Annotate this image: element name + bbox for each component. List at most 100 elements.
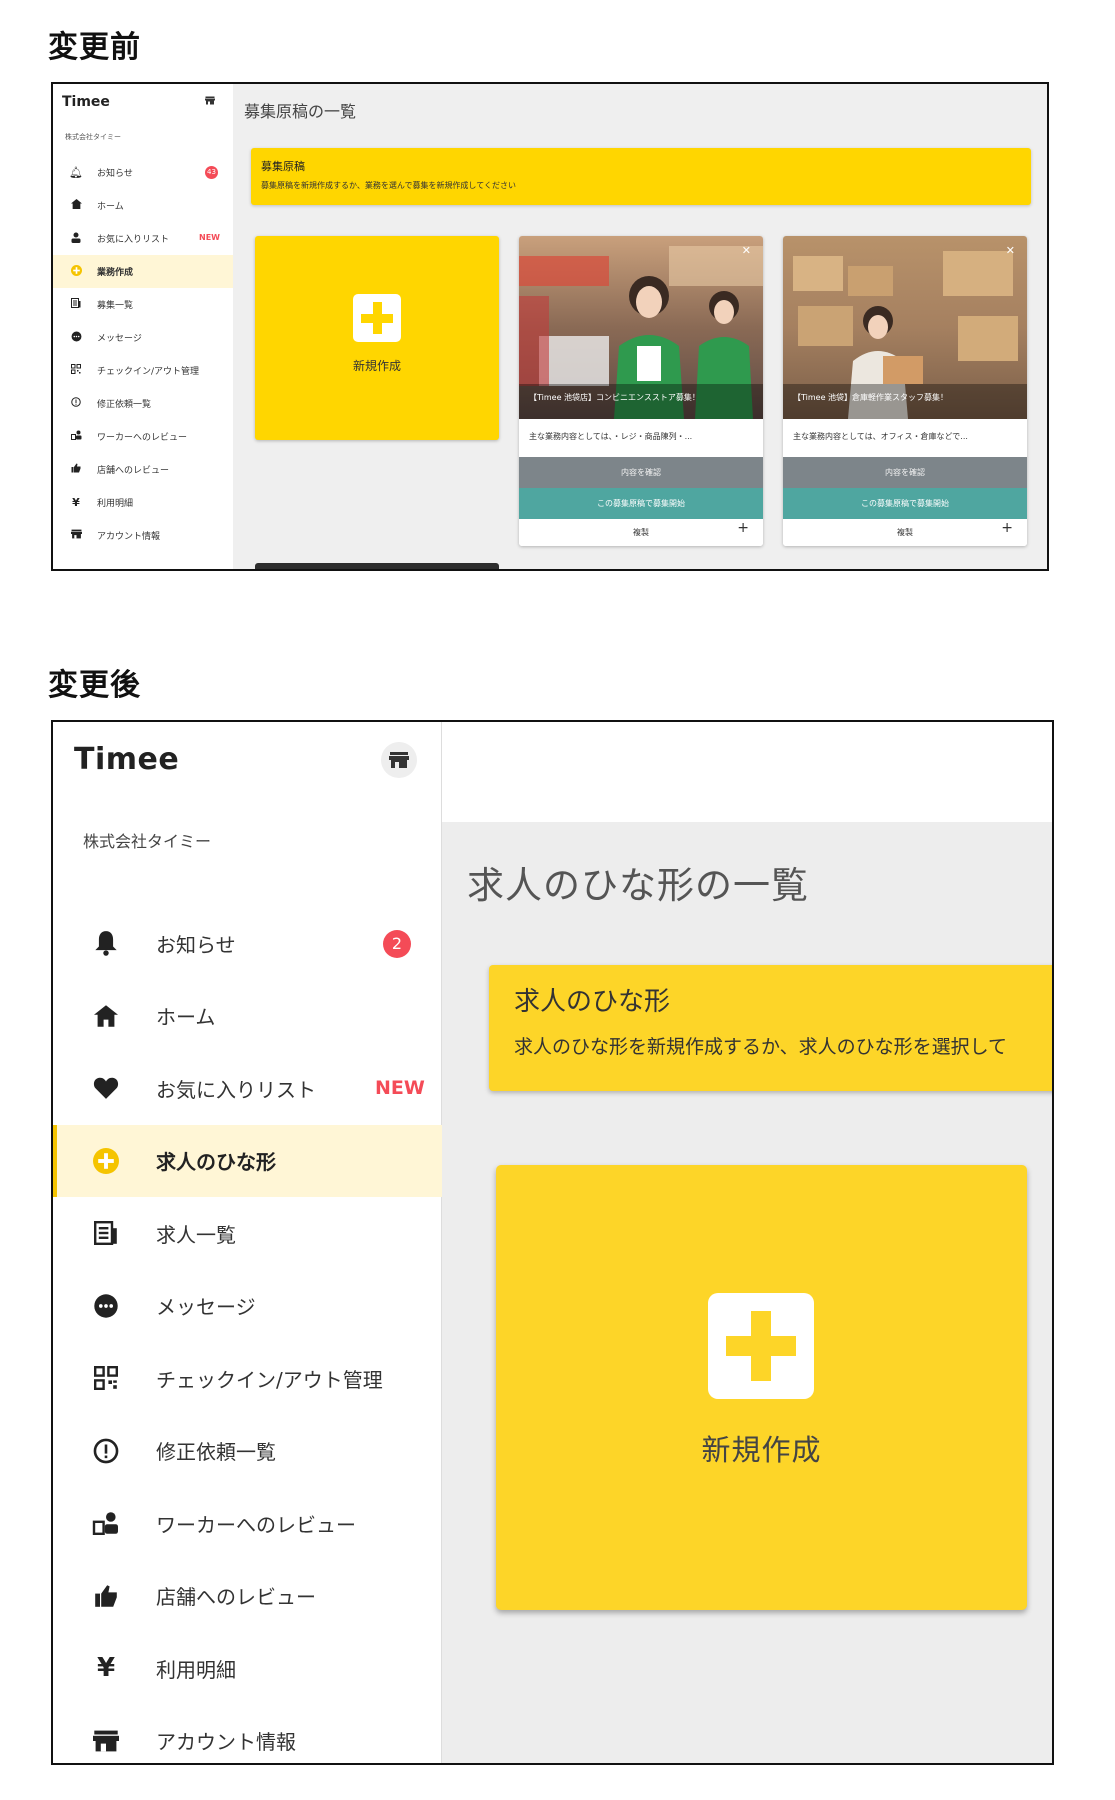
new-create-card[interactable]: 新規作成 — [255, 236, 499, 440]
sidebar-item-favorites[interactable]: お気に入りリスト NEW — [53, 1052, 442, 1125]
sidebar-item-messages[interactable]: メッセージ — [53, 321, 233, 354]
sidebar-item-store-review[interactable]: 店舗へのレビュー — [53, 1560, 442, 1633]
plus-icon — [708, 1293, 814, 1399]
sidebar-item-label: 修正依頼一覧 — [97, 400, 152, 410]
sidebar-item-label: ワーカーへのレビュー — [156, 1512, 356, 1537]
thumbs-up-icon — [69, 463, 83, 476]
sidebar-item-label: アカウント情報 — [156, 1730, 296, 1755]
sidebar-item-account[interactable]: アカウント情報 — [53, 1705, 442, 1764]
sidebar-item-corrections[interactable]: 修正依頼一覧 — [53, 1415, 442, 1488]
yen-icon: ¥ — [72, 496, 80, 509]
view-details-button[interactable]: 内容を確認 — [783, 457, 1027, 488]
sidebar-item-label: チェックイン/アウト管理 — [156, 1367, 383, 1392]
sidebar-item-label: ホーム — [97, 202, 124, 212]
start-recruiting-button[interactable]: この募集原稿で募集開始 — [519, 488, 763, 519]
new-create-label: 新規作成 — [352, 359, 401, 373]
list-icon — [91, 1221, 121, 1246]
sidebar-item-billing[interactable]: ¥ 利用明細 — [53, 1632, 442, 1705]
store-icon — [69, 529, 83, 542]
sidebar-item-billing[interactable]: ¥ 利用明細 — [53, 486, 233, 519]
sidebar-item-label: 求人のひな形 — [156, 1150, 276, 1175]
heart-icon — [91, 1076, 121, 1100]
top-bar — [442, 722, 1052, 822]
sidebar-item-notifications[interactable]: お知らせ 2 — [53, 907, 442, 980]
start-recruiting-button[interactable]: この募集原稿で募集開始 — [783, 488, 1027, 519]
after-heading: 変更後 — [48, 668, 141, 703]
bell-icon: 🔔︎ — [69, 166, 83, 179]
yen-icon: ¥ — [96, 1653, 116, 1684]
sidebar-item-worker-review[interactable]: ワーカーへのレビュー — [53, 420, 233, 453]
sidebar-item-label: お気に入りリスト — [156, 1077, 316, 1102]
plus-circle-icon — [91, 1147, 121, 1174]
sidebar: Timee 株式会社タイミー 🔔︎ お知らせ 43 ホーム お気に入りリスト N… — [53, 84, 233, 569]
sidebar-item-label: チェックイン/アウト管理 — [97, 367, 200, 377]
sidebar-item-create-job[interactable]: 業務作成 — [53, 255, 233, 288]
worker-review-icon — [69, 430, 83, 443]
card-description: 主な業務内容としては、オフィス・倉庫などで... — [793, 432, 968, 441]
notification-badge: 43 — [205, 166, 218, 179]
close-icon[interactable]: ✕ — [1006, 244, 1015, 257]
banner-title: 求人のひな形 — [514, 987, 671, 1017]
company-name: 株式会社タイミー — [65, 133, 121, 141]
sidebar-item-job-templates[interactable]: 求人のひな形 — [53, 1124, 442, 1197]
sidebar-item-notifications[interactable]: 🔔︎ お知らせ 43 — [53, 156, 233, 189]
page-title: 募集原稿の一覧 — [244, 102, 357, 121]
before-heading: 変更前 — [48, 30, 141, 65]
banner-text: 求人のひな形を新規作成するか、求人のひな形を選択して — [514, 1036, 1008, 1058]
home-icon — [91, 1004, 121, 1027]
sidebar-item-checkin[interactable]: チェックイン/アウト管理 — [53, 354, 233, 387]
sidebar-item-account[interactable]: アカウント情報 — [53, 519, 233, 552]
sidebar-item-messages[interactable]: メッセージ — [53, 1270, 442, 1343]
company-name: 株式会社タイミー — [83, 832, 212, 851]
sidebar-item-store-review[interactable]: 店舗へのレビュー — [53, 453, 233, 486]
before-screenshot: Timee 株式会社タイミー 🔔︎ お知らせ 43 ホーム お気に入りリスト N… — [51, 82, 1049, 571]
plus-icon — [353, 294, 401, 342]
view-details-button[interactable]: 内容を確認 — [519, 457, 763, 488]
bell-icon — [91, 930, 121, 957]
sidebar-item-label: 利用明細 — [156, 1657, 236, 1682]
card-caption: 【Timee 池袋】倉庫軽作業スタッフ募集！ — [793, 393, 949, 402]
sidebar-item-label: 募集一覧 — [97, 301, 134, 311]
chat-icon — [91, 1293, 121, 1319]
alert-circle-icon — [91, 1438, 121, 1464]
sidebar-item-corrections[interactable]: 修正依頼一覧 — [53, 387, 233, 420]
sidebar-item-checkin[interactable]: チェックイン/アウト管理 — [53, 1342, 442, 1415]
info-banner: 募集原稿 募集原稿を新規作成するか、業務を選んで募集を新規作成してください — [251, 148, 1031, 205]
store-icon[interactable] — [381, 742, 417, 778]
duplicate-button[interactable]: 複製 — [519, 519, 763, 546]
sidebar-item-label: 修正依頼一覧 — [156, 1440, 276, 1465]
sidebar-item-home[interactable]: ホーム — [53, 189, 233, 222]
page-title: 求人のひな形の一覧 — [467, 864, 809, 907]
store-icon[interactable] — [205, 96, 215, 108]
qr-icon — [91, 1366, 121, 1391]
next-card-edge — [255, 563, 499, 569]
person-icon — [69, 232, 83, 246]
job-template-card: ✕ 【Timee 池袋】倉庫軽作業スタッフ募集！ 主な業務内容としては、オフィス… — [783, 236, 1027, 546]
sidebar-item-label: 求人一覧 — [156, 1222, 236, 1247]
sidebar-item-job-list[interactable]: 求人一覧 — [53, 1197, 442, 1270]
sidebar-item-favorites[interactable]: お気に入りリスト NEW — [53, 222, 233, 255]
new-tag: NEW — [199, 233, 220, 242]
banner-title: 募集原稿 — [261, 160, 305, 173]
sidebar-item-worker-review[interactable]: ワーカーへのレビュー — [53, 1487, 442, 1560]
logo: Timee — [62, 94, 110, 110]
card-caption: 【Timee 池袋店】コンビニエンスストア募集！ — [529, 393, 700, 402]
sidebar-item-label: メッセージ — [156, 1295, 256, 1320]
sidebar-item-job-list[interactable]: 募集一覧 — [53, 288, 233, 321]
sidebar-item-label: 業務作成 — [97, 268, 134, 278]
new-create-label: 新規作成 — [701, 1433, 822, 1467]
sidebar-nav: お知らせ 2 ホーム お気に入りリスト NEW 求人のひな形 求人一覧 メッセー… — [53, 907, 442, 1764]
plus-icon[interactable]: + — [1001, 520, 1013, 536]
sidebar: Timee 株式会社タイミー お知らせ 2 ホーム お気に入りリスト NEW 求 — [53, 722, 442, 1763]
plus-icon[interactable]: + — [737, 520, 749, 536]
qr-icon — [69, 364, 83, 377]
sidebar-item-label: ワーカーへのレビュー — [97, 433, 188, 443]
chat-icon — [69, 331, 83, 345]
new-create-card[interactable]: 新規作成 — [496, 1165, 1027, 1610]
sidebar-item-label: 店舗へのレビュー — [97, 466, 170, 476]
sidebar-nav: 🔔︎ お知らせ 43 ホーム お気に入りリスト NEW 業務作成 募集一覧 メッ… — [53, 156, 233, 552]
close-icon[interactable]: ✕ — [742, 244, 751, 257]
sidebar-item-label: 利用明細 — [97, 499, 134, 509]
duplicate-button[interactable]: 複製 — [783, 519, 1027, 546]
sidebar-item-home[interactable]: ホーム — [53, 980, 442, 1053]
